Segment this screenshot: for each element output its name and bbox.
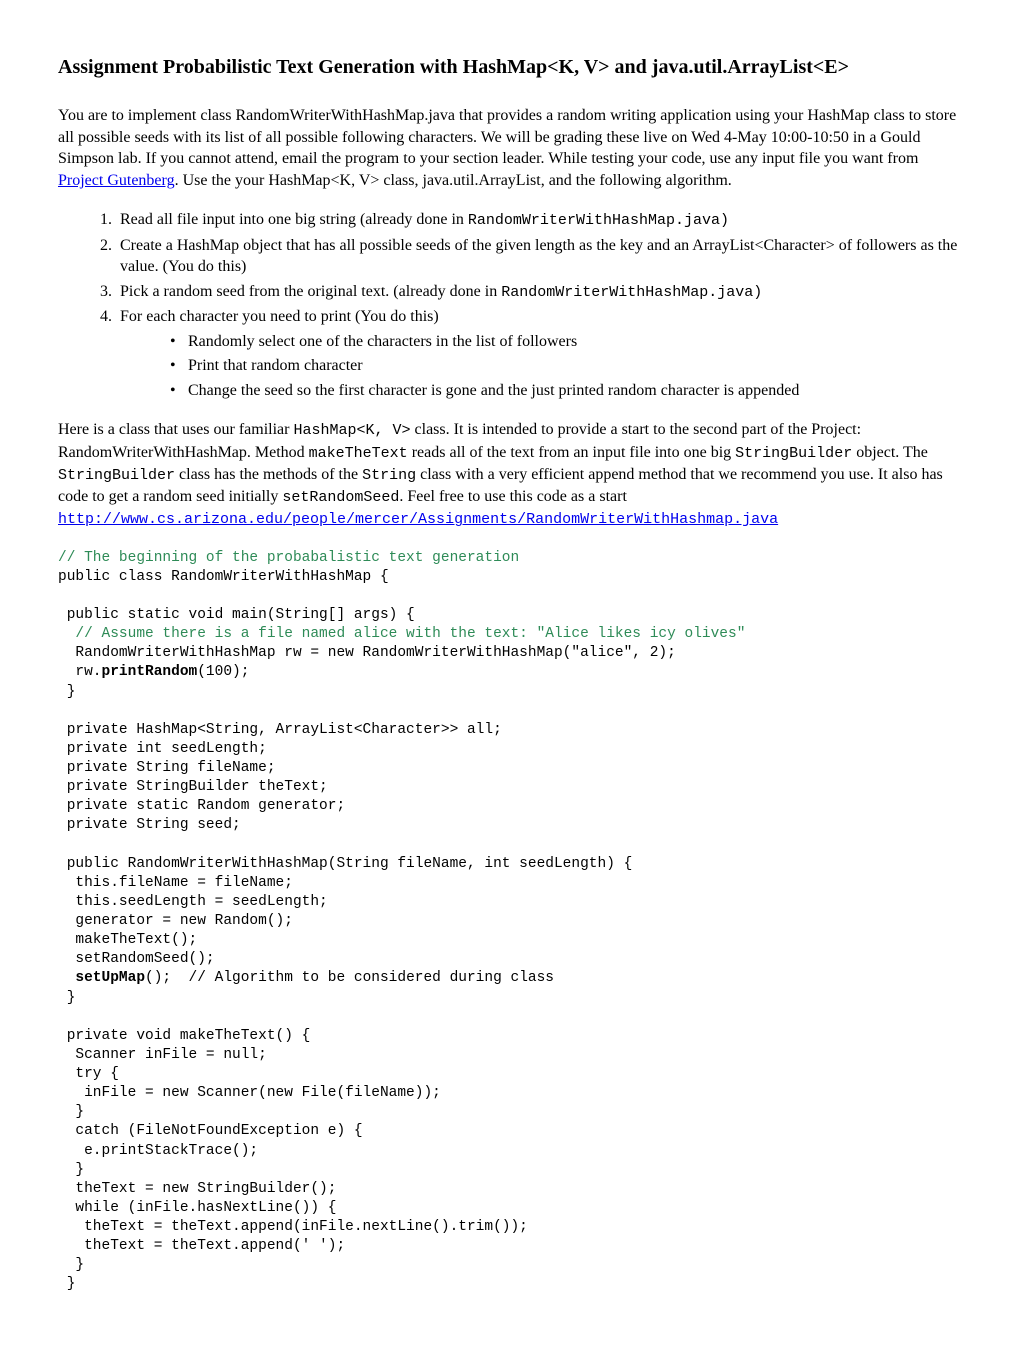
gutenberg-link[interactable]: Project Gutenberg <box>58 172 175 189</box>
list-item: Create a HashMap object that has all pos… <box>116 235 962 278</box>
code-line: e.printStackTrace(); <box>58 1143 258 1159</box>
list-item: Read all file input into one big string … <box>116 209 962 231</box>
code-line: } <box>58 1104 84 1120</box>
page-title: Assignment Probabilistic Text Generation… <box>58 54 962 81</box>
code-line: (100); <box>197 664 249 680</box>
description-paragraph: Here is a class that uses our familiar H… <box>58 419 962 530</box>
code-line: } <box>58 1276 75 1292</box>
desc-text: reads all of the text from an input file… <box>408 444 735 461</box>
code-line: private String fileName; <box>58 760 276 776</box>
code-line: public class RandomWriterWithHashMap { <box>58 569 389 585</box>
step-text: Pick a random seed from the original tex… <box>120 283 501 300</box>
step-code: RandomWriterWithHashMap.java) <box>501 284 762 301</box>
code-line: this.seedLength = seedLength; <box>58 894 328 910</box>
code-line: theText = theText.append(inFile.nextLine… <box>58 1219 528 1235</box>
code-line: private HashMap<String, ArrayList<Charac… <box>58 722 502 738</box>
code-line: public RandomWriterWithHashMap(String fi… <box>58 856 632 872</box>
desc-text: class has the methods of the <box>175 466 362 483</box>
code-line: theText = theText.append(' '); <box>58 1238 345 1254</box>
source-link[interactable]: http://www.cs.arizona.edu/people/mercer/… <box>58 511 778 528</box>
code-line: makeTheText(); <box>58 932 197 948</box>
list-item: Randomly select one of the characters in… <box>170 331 962 353</box>
code-line: } <box>58 1162 84 1178</box>
desc-text: object. The <box>852 444 928 461</box>
code-line: (); // Algorithm to be considered during… <box>145 970 554 986</box>
code-block: // The beginning of the probabalistic te… <box>58 549 962 1295</box>
code-line: while (inFile.hasNextLine()) { <box>58 1200 336 1216</box>
code-line: this.fileName = fileName; <box>58 875 293 891</box>
code-line: private int seedLength; <box>58 741 267 757</box>
step-text: Read all file input into one big string … <box>120 211 468 228</box>
code-line: setRandomSeed(); <box>58 951 215 967</box>
desc-code: StringBuilder <box>735 445 852 462</box>
code-line: generator = new Random(); <box>58 913 293 929</box>
desc-text: Here is a class that uses our familiar <box>58 421 293 438</box>
desc-code: StringBuilder <box>58 467 175 484</box>
list-item: Change the seed so the first character i… <box>170 380 962 402</box>
intro-text-a: You are to implement class RandomWriterW… <box>58 107 956 167</box>
code-line: public static void main(String[] args) { <box>58 607 415 623</box>
desc-code: makeTheText <box>309 445 408 462</box>
code-bold: setUpMap <box>75 970 145 986</box>
list-item: Print that random character <box>170 355 962 377</box>
desc-code: setRandomSeed <box>282 489 399 506</box>
code-line: inFile = new Scanner(new File(fileName))… <box>58 1085 441 1101</box>
code-comment: // The beginning of the probabalistic te… <box>58 550 519 566</box>
desc-code: String <box>362 467 416 484</box>
code-line: private void makeTheText() { <box>58 1028 310 1044</box>
code-comment: // Assume there is a file named alice wi… <box>58 626 745 642</box>
code-line: rw. <box>58 664 102 680</box>
list-item: For each character you need to print (Yo… <box>116 306 962 401</box>
code-line: RandomWriterWithHashMap rw = new RandomW… <box>58 645 676 661</box>
code-line <box>58 970 75 986</box>
list-item: Pick a random seed from the original tex… <box>116 281 962 303</box>
algorithm-list: Read all file input into one big string … <box>58 209 962 401</box>
code-line: catch (FileNotFoundException e) { <box>58 1123 363 1139</box>
code-line: } <box>58 684 75 700</box>
code-bold: printRandom <box>102 664 198 680</box>
code-line: } <box>58 990 75 1006</box>
code-line: Scanner inFile = null; <box>58 1047 267 1063</box>
intro-paragraph: You are to implement class RandomWriterW… <box>58 105 962 191</box>
intro-text-b: . Use the your HashMap<K, V> class, java… <box>175 172 732 189</box>
step-text: For each character you need to print (Yo… <box>120 308 439 325</box>
sub-list: Randomly select one of the characters in… <box>120 331 962 402</box>
code-line: theText = new StringBuilder(); <box>58 1181 336 1197</box>
code-line: private String seed; <box>58 817 241 833</box>
code-line: try { <box>58 1066 119 1082</box>
desc-text: . Feel free to use this code as a start <box>399 488 626 505</box>
code-line: private static Random generator; <box>58 798 345 814</box>
desc-code: HashMap<K, V> <box>293 422 410 439</box>
code-line: private StringBuilder theText; <box>58 779 328 795</box>
step-code: RandomWriterWithHashMap.java) <box>468 212 729 229</box>
code-line: } <box>58 1257 84 1273</box>
